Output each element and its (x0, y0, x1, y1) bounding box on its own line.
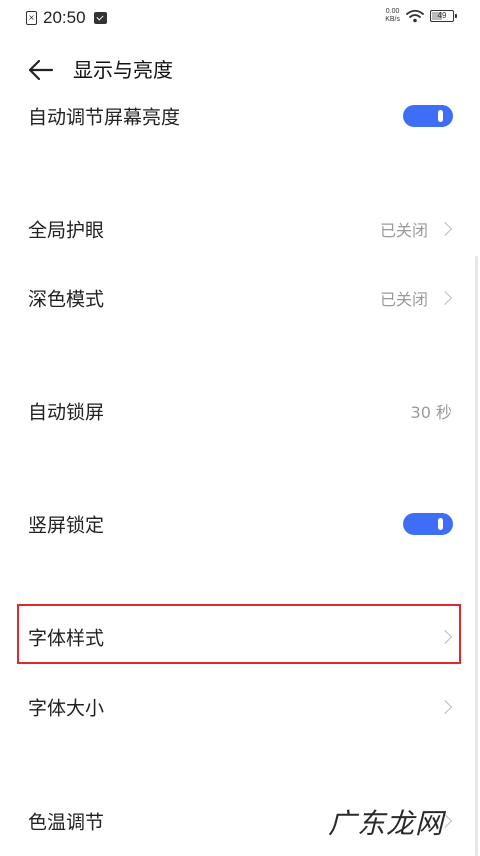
portrait-lock-toggle[interactable] (403, 513, 453, 535)
status-time: 20:50 (43, 8, 86, 27)
setting-portrait-lock[interactable]: 竖屏锁定 (0, 496, 480, 552)
status-bar-left: × 20:50 (26, 8, 107, 28)
setting-auto-brightness[interactable]: 自动调节屏幕亮度 (0, 88, 480, 144)
status-bar: × 20:50 0.00 KB/s 49 (0, 0, 480, 36)
battery-level: 49 (437, 11, 447, 20)
back-arrow-icon[interactable] (26, 56, 56, 84)
setting-label: 深色模式 (28, 288, 105, 311)
setting-label: 竖屏锁定 (28, 514, 105, 537)
notification-icon (93, 12, 107, 24)
setting-auto-lock[interactable]: 自动锁屏 30 秒 (0, 383, 480, 439)
setting-eye-care[interactable]: 全局护眼 已关闭 (0, 201, 480, 257)
page-title: 显示与亮度 (73, 58, 173, 82)
chevron-right-icon (437, 290, 453, 306)
auto-brightness-toggle[interactable] (403, 105, 453, 127)
wifi-icon (406, 9, 424, 23)
watermark-logo: 广东龙网 (327, 807, 444, 840)
setting-label: 自动调节屏幕亮度 (28, 106, 181, 129)
setting-font-size[interactable]: 字体大小 (0, 679, 480, 735)
setting-label: 字体大小 (28, 697, 105, 720)
battery-icon: 49 (430, 10, 457, 22)
setting-font-style[interactable]: 字体样式 (0, 609, 480, 665)
setting-dark-mode[interactable]: 深色模式 已关闭 (0, 270, 480, 326)
no-sim-icon: × (26, 11, 37, 25)
chevron-right-icon (437, 221, 453, 237)
status-bar-right: 0.00 KB/s 49 (385, 8, 457, 24)
settings-screen: × 20:50 0.00 KB/s 49 显示与亮度 自动调节屏幕亮度 全局护眼… (0, 0, 480, 856)
toggle-knob (438, 110, 443, 122)
network-speed-unit: KB/s (385, 16, 400, 23)
setting-label: 全局护眼 (28, 219, 105, 242)
toggle-knob (438, 518, 443, 530)
setting-label: 色温调节 (28, 811, 105, 834)
setting-value: 已关闭 (379, 290, 428, 309)
setting-label: 自动锁屏 (28, 401, 105, 424)
network-speed: 0.00 KB/s (385, 8, 400, 24)
setting-value: 已关闭 (379, 221, 428, 240)
page-header: 显示与亮度 (0, 46, 480, 94)
chevron-right-icon (437, 629, 453, 645)
chevron-right-icon (437, 699, 453, 715)
setting-label: 字体样式 (28, 627, 105, 650)
scrollbar[interactable] (475, 256, 478, 856)
network-speed-value: 0.00 (385, 8, 400, 15)
setting-value: 30 秒 (410, 403, 452, 422)
